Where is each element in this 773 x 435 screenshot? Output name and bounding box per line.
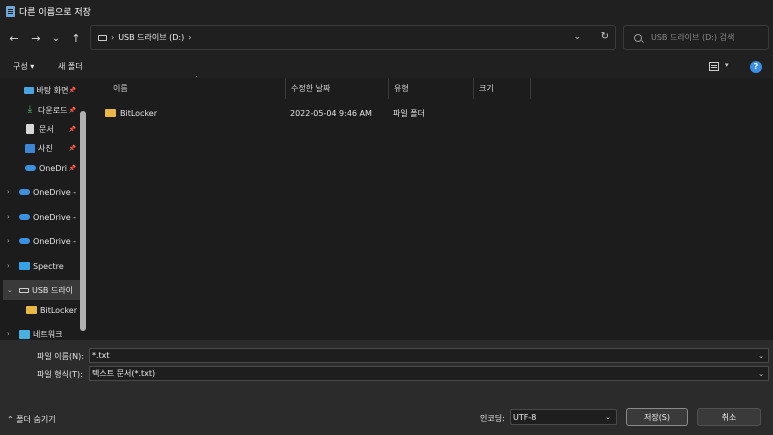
sidebar-item-label: 네트워크: [33, 329, 63, 339]
column-header-modified[interactable]: 수정한 날짜: [285, 78, 388, 99]
cancel-button[interactable]: 취소: [697, 408, 761, 426]
pin-icon: 📌: [68, 86, 76, 94]
column-header-size[interactable]: 크기: [473, 78, 530, 99]
save-button[interactable]: 저장(S): [626, 408, 688, 426]
chevron-down-icon[interactable]: ⌄: [605, 413, 611, 421]
pin-icon: 📌: [68, 125, 76, 133]
file-list: ˄ 이름 수정한 날짜 유형 크기 BitLocker 2022-05-04 9…: [91, 76, 773, 340]
filetype-label: 파일 형식(T):: [37, 370, 83, 379]
navigation-bar: ← → ⌄ ↑ › USB 드라이브 (D:) › ⌄ ↻: [0, 22, 773, 56]
pin-icon: 📌: [68, 106, 76, 114]
sidebar-item-label: 문서: [39, 124, 54, 134]
pictures-icon: [25, 143, 35, 153]
filename-field[interactable]: *.txt ⌄: [89, 348, 769, 363]
breadcrumb-usb-drive[interactable]: USB 드라이브 (D:): [118, 32, 184, 43]
up-button[interactable]: ↑: [68, 30, 84, 46]
sidebar-item-label: OneDri: [39, 163, 67, 173]
sidebar-item-label: USB 드라이: [32, 285, 74, 295]
filetype-select[interactable]: 텍스트 문서(*.txt) ⌄: [89, 366, 769, 381]
pin-icon: 📌: [68, 144, 76, 152]
sidebar-item-documents[interactable]: 문서 📌: [0, 119, 80, 139]
sidebar-item-downloads[interactable]: ⤓ 다운로드 📌: [0, 100, 80, 120]
view-options-icon[interactable]: [709, 62, 719, 71]
onedrive-icon: [25, 165, 36, 171]
column-header-type[interactable]: 유형: [388, 78, 473, 99]
sidebar-item-bitlocker[interactable]: BitLocker: [0, 300, 80, 320]
breadcrumb-separator[interactable]: ›: [111, 33, 114, 42]
sidebar-item-label: OneDrive -: [33, 212, 77, 222]
column-header-name[interactable]: 이름: [107, 78, 286, 99]
sidebar-item-label: BitLocker: [40, 305, 78, 315]
folder-icon: [26, 306, 37, 314]
pin-icon: 📌: [68, 164, 76, 172]
view-options-dropdown[interactable]: ▾: [725, 61, 729, 69]
collapse-chevron-icon[interactable]: ⌄: [7, 286, 14, 294]
desktop-icon: [23, 86, 34, 94]
sidebar-item-pictures[interactable]: 사진 📌: [0, 138, 80, 158]
encoding-select[interactable]: UTF-8 ⌄: [510, 409, 617, 425]
back-button[interactable]: ←: [6, 30, 22, 46]
chevron-down-icon[interactable]: ⌄: [758, 370, 764, 378]
encoding-label: 인코딩:: [480, 414, 505, 423]
usb-drive-icon: [98, 34, 107, 41]
sidebar-item-label: 바탕 화면: [36, 85, 69, 95]
search-input[interactable]: [651, 33, 761, 42]
address-dropdown-icon[interactable]: ⌄: [573, 32, 581, 42]
filetype-value: 텍스트 문서(*.txt): [92, 369, 156, 378]
organize-button[interactable]: 구성 ▾: [13, 61, 34, 72]
folder-icon: [105, 109, 116, 117]
sidebar-item-label: 사진: [38, 143, 53, 153]
forward-button[interactable]: →: [28, 30, 44, 46]
filename-value: *.txt: [92, 351, 110, 360]
help-icon[interactable]: ?: [750, 61, 762, 73]
sidebar-item-label: OneDrive -: [33, 236, 77, 246]
onedrive-icon: [19, 189, 30, 195]
expand-chevron-icon[interactable]: ›: [7, 330, 14, 338]
address-bar[interactable]: › USB 드라이브 (D:) › ⌄ ↻: [90, 25, 616, 50]
download-icon: ⤓: [27, 104, 33, 115]
sidebar-item-usb-drive[interactable]: ⌄ USB 드라이: [3, 280, 80, 300]
expand-chevron-icon[interactable]: ›: [7, 262, 14, 270]
expand-chevron-icon[interactable]: ›: [7, 237, 14, 245]
onedrive-icon: [19, 214, 30, 220]
column-divider[interactable]: [530, 78, 531, 99]
navigation-pane: 바탕 화면 📌 ⤓ 다운로드 📌 문서 📌 사진 📌 OneDri 📌 › On…: [0, 78, 91, 340]
sidebar-item-label: Spectre: [33, 261, 64, 271]
filename-label: 파일 이름(N):: [37, 352, 84, 361]
sidebar-item-label: 다운로드: [38, 105, 68, 115]
refresh-icon[interactable]: ↻: [601, 31, 609, 42]
search-icon: [634, 33, 642, 42]
sidebar-scrollbar[interactable]: [80, 111, 86, 331]
sidebar-item-onedrive-1[interactable]: › OneDrive -: [0, 182, 80, 202]
pc-icon: [19, 262, 30, 270]
usb-drive-icon: [19, 287, 29, 293]
breadcrumb-trail-chevron[interactable]: ›: [188, 33, 191, 42]
sidebar-item-onedrive-pinned[interactable]: OneDri 📌: [0, 158, 80, 178]
new-folder-button[interactable]: 새 폴더: [58, 61, 83, 72]
sidebar-item-this-pc[interactable]: › Spectre: [0, 256, 80, 276]
file-type: 파일 폴더: [393, 108, 425, 118]
hide-folders-button[interactable]: ⌃ 폴더 숨기기: [7, 414, 56, 425]
onedrive-icon: [19, 238, 30, 244]
network-icon: [19, 329, 30, 339]
title-bar: 다른 이름으로 저장: [0, 0, 773, 22]
sidebar-item-onedrive-2[interactable]: › OneDrive -: [0, 207, 80, 227]
window-title: 다른 이름으로 저장: [19, 7, 91, 18]
encoding-value: UTF-8: [513, 412, 537, 422]
file-modified: 2022-05-04 9:46 AM: [290, 108, 372, 118]
chevron-down-icon[interactable]: ⌄: [758, 352, 764, 360]
notepad-icon: [6, 5, 15, 17]
table-row[interactable]: BitLocker 2022-05-04 9:46 AM 파일 폴더: [91, 103, 773, 123]
file-name: BitLocker: [120, 108, 158, 118]
recent-locations-button[interactable]: ⌄: [48, 30, 64, 46]
sidebar-item-label: OneDrive -: [33, 187, 77, 197]
search-box[interactable]: [623, 25, 769, 50]
documents-icon: [26, 124, 34, 134]
expand-chevron-icon[interactable]: ›: [7, 213, 14, 221]
command-bar: 구성 ▾ 새 폴더 ▾ ?: [0, 56, 773, 78]
sidebar-item-onedrive-3[interactable]: › OneDrive -: [0, 231, 80, 251]
expand-chevron-icon[interactable]: ›: [7, 188, 14, 196]
save-panel: 파일 이름(N): *.txt ⌄ 파일 형식(T): 텍스트 문서(*.txt…: [0, 340, 773, 435]
sidebar-item-desktop[interactable]: 바탕 화면 📌: [0, 80, 80, 100]
